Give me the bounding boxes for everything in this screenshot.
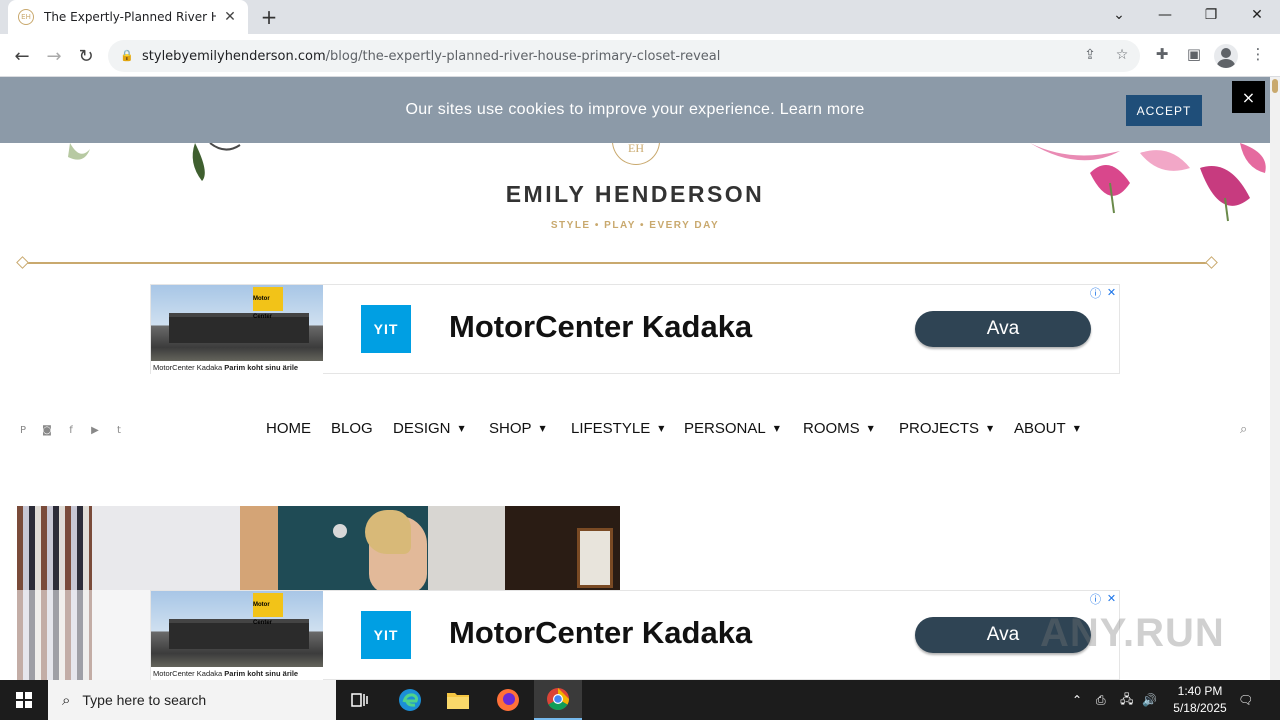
side-panel-icon[interactable]: ▣ [1183,45,1205,67]
bookmark-star-icon[interactable]: ☆ [1112,47,1132,67]
nav-item-rooms[interactable]: ROOMS ▼ [803,420,874,437]
ad-open-button[interactable]: Ava [915,311,1091,347]
site-header: EH EMILY HENDERSON STYLE • PLAY • EVERY … [0,127,1270,283]
chevron-down-icon: ▼ [867,424,874,433]
ad-image-sign: Motor Center [253,287,283,320]
browser-tab-strip: EH The Expertly-Planned River Hou ✕ + ⌄ … [0,0,1280,34]
ad-image[interactable]: Motor Center MotorCenter Kadaka Parim ko… [151,285,323,374]
cookie-message[interactable]: Our sites use cookies to improve your ex… [0,101,1270,119]
site-favicon-icon: EH [18,9,34,25]
nav-item-home[interactable]: HOME [266,420,311,437]
tab-search-icon[interactable]: ⌄ [1096,0,1142,30]
windows-taskbar: ⌕ Type here to search ⌃ ⎙ 🖧 🔊 1:40 PM 5/… [0,680,1280,720]
ad-image-sign: Motor Center [253,593,283,626]
ad-info-icon[interactable]: ⓘ [1088,285,1103,300]
chevron-down-icon: ▼ [1073,424,1080,433]
ad-logo[interactable]: YIT [361,305,411,353]
header-divider [22,262,1212,264]
search-icon: ⌕ [62,691,71,709]
tray-chevron-up-icon[interactable]: ⌃ [1072,680,1082,720]
url-path: /blog/the-expertly-planned-river-house-p… [325,48,721,64]
task-view-icon[interactable] [336,680,384,720]
cookie-accept-button[interactable]: ACCEPT [1126,95,1202,126]
forward-button[interactable]: → [41,43,67,69]
back-button[interactable]: ← [9,43,35,69]
taskbar-search-placeholder: Type here to search [82,692,207,708]
lock-icon: 🔒 [120,49,134,62]
taskbar-clock[interactable]: 1:40 PM 5/18/2025 [1160,683,1240,717]
ad-info-icon[interactable]: ⓘ [1088,591,1103,606]
nav-item-design[interactable]: DESIGN ▼ [393,420,465,437]
ad-title[interactable]: MotorCenter Kadaka [449,309,752,345]
taskbar-search[interactable]: ⌕ Type here to search [48,680,336,720]
chevron-down-icon: ▼ [458,424,465,433]
ad-title[interactable]: MotorCenter Kadaka [449,615,752,651]
address-bar[interactable]: 🔒 stylebyemilyhenderson.com/blog/the-exp… [108,40,1140,72]
menu-kebab-icon[interactable]: ⋮ [1247,45,1269,67]
notifications-icon[interactable]: 🗨 [1238,680,1253,720]
windows-logo-icon [16,692,32,708]
share-icon[interactable]: ⇪ [1080,47,1100,67]
floral-decoration-left [68,143,241,181]
page-scrollbar[interactable] [1270,77,1280,680]
nav-item-shop[interactable]: SHOP ▼ [489,420,546,437]
divider-diamond-right [1205,256,1218,269]
clock-date: 5/18/2025 [1173,701,1227,715]
divider-diamond-left [16,256,29,269]
extensions-icon[interactable]: ✚ [1151,45,1173,67]
chevron-down-icon: ▼ [773,424,780,433]
minimize-button[interactable]: — [1142,0,1188,30]
chevron-down-icon: ▼ [987,424,994,433]
ad-close-icon[interactable]: ✕ [1104,285,1119,300]
main-navigation: HOME BLOG DESIGN ▼ SHOP ▼ LIFESTYLE ▼ PERSO… [0,420,1270,442]
close-window-button[interactable]: ✕ [1234,0,1280,30]
nav-item-blog[interactable]: BLOG [331,420,373,437]
clock-time: 1:40 PM [1177,684,1223,698]
ad-image-caption: MotorCenter Kadaka Parim koht sinu ärile [151,667,323,680]
search-icon[interactable]: ⌕ [1240,422,1256,438]
volume-icon[interactable]: 🔊 [1142,680,1157,720]
nav-item-personal[interactable]: PERSONAL ▼ [684,420,780,437]
cookie-banner: Our sites use cookies to improve your ex… [0,77,1270,143]
tab-close-icon[interactable]: ✕ [222,9,238,25]
scrollbar-thumb[interactable] [1272,79,1278,93]
sticky-ad-banner[interactable]: Motor Center MotorCenter Kadaka Parim ko… [150,590,1120,680]
restore-button[interactable]: ❐ [1188,0,1234,30]
anyrun-watermark: ANY.RUN [1040,611,1225,655]
nav-item-lifestyle[interactable]: LIFESTYLE ▼ [571,420,664,437]
firefox-icon[interactable] [484,680,532,720]
ad-close-icon[interactable]: ✕ [1104,591,1119,606]
ad-image[interactable]: Motor Center MotorCenter Kadaka Parim ko… [151,591,323,680]
profile-avatar[interactable] [1214,44,1238,68]
web-page: EH EMILY HENDERSON STYLE • PLAY • EVERY … [0,77,1270,680]
browser-tab[interactable]: EH The Expertly-Planned River Hou ✕ [8,0,248,34]
nav-item-projects[interactable]: PROJECTS ▼ [899,420,993,437]
chevron-down-icon: ▼ [658,424,665,433]
floral-decoration-right [1030,143,1266,222]
nav-item-about[interactable]: ABOUT ▼ [1014,420,1080,437]
tab-title: The Expertly-Planned River Hou [44,10,216,24]
tray-device-icon[interactable]: ⎙ [1096,680,1106,720]
browser-toolbar: ← → ↻ 🔒 stylebyemilyhenderson.com/blog/t… [0,34,1280,77]
ad-logo[interactable]: YIT [361,611,411,659]
cookie-close-button[interactable]: × [1232,81,1265,113]
network-icon[interactable]: 🖧 [1120,680,1133,720]
top-ad-banner[interactable]: Motor Center MotorCenter Kadaka Parim ko… [150,284,1120,374]
file-explorer-icon[interactable] [434,680,482,720]
start-button[interactable] [0,680,48,720]
ad-image-caption: MotorCenter Kadaka Parim koht sinu ärile [151,361,323,374]
chevron-down-icon: ▼ [539,424,546,433]
new-tab-button[interactable]: + [258,6,280,28]
chrome-icon[interactable] [534,680,582,720]
url-host: stylebyemilyhenderson.com [142,48,326,64]
edge-icon[interactable] [386,680,434,720]
reload-button[interactable]: ↻ [73,43,99,69]
